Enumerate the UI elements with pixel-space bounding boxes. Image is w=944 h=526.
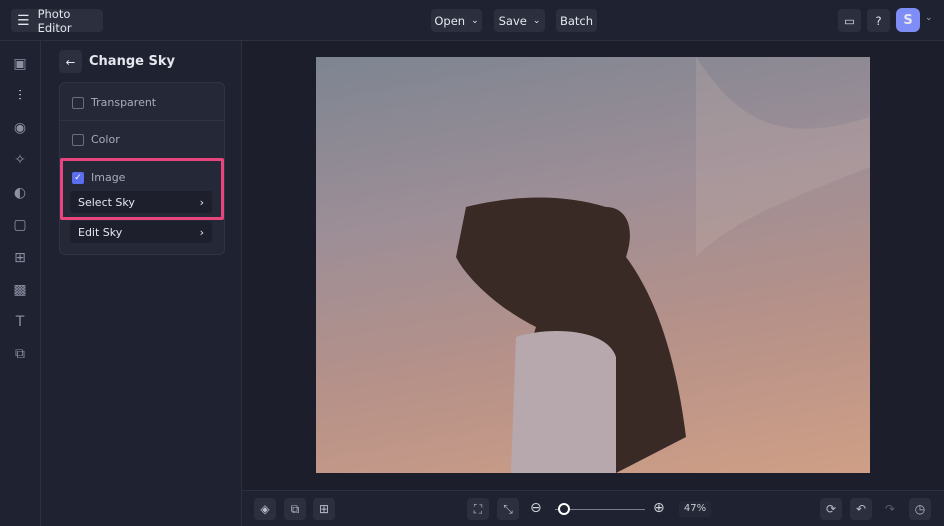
divider [60,120,224,121]
fit-screen-icon[interactable]: ⛶ [467,498,489,520]
chevron-down-icon: ⌄ [471,15,479,26]
avatar[interactable]: S [896,8,920,32]
redo-icon: ↷ [884,502,896,516]
save-label: Save [498,13,527,28]
eye-icon[interactable]: ◉ [12,120,28,136]
grid-icon[interactable]: ⊞ [313,498,335,520]
checkbox[interactable] [72,96,84,109]
layers-icon[interactable]: ◈ [254,498,276,520]
effects-icon[interactable]: ✧ [12,152,28,168]
hamburger-icon: ☰ [17,12,30,29]
checkbox[interactable] [72,133,84,146]
chevron-right-icon: › [199,225,204,239]
chevron-down-icon[interactable]: ⌄ [925,13,933,23]
option-transparent[interactable]: Transparent [72,96,156,109]
comment-icon[interactable]: ▭ [838,9,861,32]
open-button[interactable]: Open ⌄ [431,9,482,32]
save-button[interactable]: Save ⌄ [494,9,545,32]
change-sky-panel: ← Change Sky Transparent Color ✓ Image Se… [41,41,242,526]
option-color[interactable]: Color [72,133,120,146]
option-label: Color [91,133,120,146]
top-bar: ☰ Photo Editor Open ⌄ Save ⌄ Batch ▭ ? S ⌄ [0,0,944,41]
frame-icon[interactable]: ▢ [12,217,28,233]
zoom-out-icon[interactable]: ⊖ [530,500,542,516]
app-title: Photo Editor [37,6,72,35]
photo-subject [456,57,870,473]
zoom-slider-handle[interactable] [558,503,570,515]
chevron-down-icon: ⌄ [532,15,541,26]
batch-button[interactable]: Batch [556,9,597,32]
edit-sky-label: Edit Sky [78,225,123,239]
history-icon[interactable]: ◷ [909,498,931,520]
zoom-level[interactable]: 47% [679,501,711,517]
tool-sidebar: ▣ ⫶ ◉ ✧ ◐ ▢ ⊞ ▩ T ⧉ [0,41,41,526]
shapes-icon[interactable]: ⊞ [12,250,28,266]
palette-icon[interactable]: ◐ [12,185,28,201]
texture-icon[interactable]: ▩ [12,282,28,298]
panel-title: Change Sky [89,54,175,69]
image-icon[interactable]: ▣ [12,56,28,72]
undo-icon[interactable]: ↶ [850,498,872,520]
highlight-box [60,158,224,220]
zoom-in-icon[interactable]: ⊕ [653,500,665,516]
open-label: Open [434,13,466,28]
adjust-icon[interactable]: ⫶ [12,88,28,104]
menu-button[interactable]: ☰ Photo Editor [11,6,103,35]
help-icon[interactable]: ? [867,9,890,32]
back-button[interactable]: ← [59,50,82,73]
duplicate-icon[interactable]: ⧉ [284,498,306,520]
actual-size-icon[interactable]: ⤡ [497,498,519,520]
photo-canvas[interactable] [316,57,870,473]
refresh-icon[interactable]: ⟳ [820,498,842,520]
option-label: Transparent [91,96,157,109]
edit-sky-button[interactable]: Edit Sky › [70,221,212,243]
overlay-icon[interactable]: ⧉ [12,346,28,362]
text-icon[interactable]: T [12,314,28,330]
bottom-toolbar: ◈ ⧉ ⊞ ⛶ ⤡ ⊖ ⊕ 47% ⟳ ↶ ↷ ◷ [242,490,944,526]
